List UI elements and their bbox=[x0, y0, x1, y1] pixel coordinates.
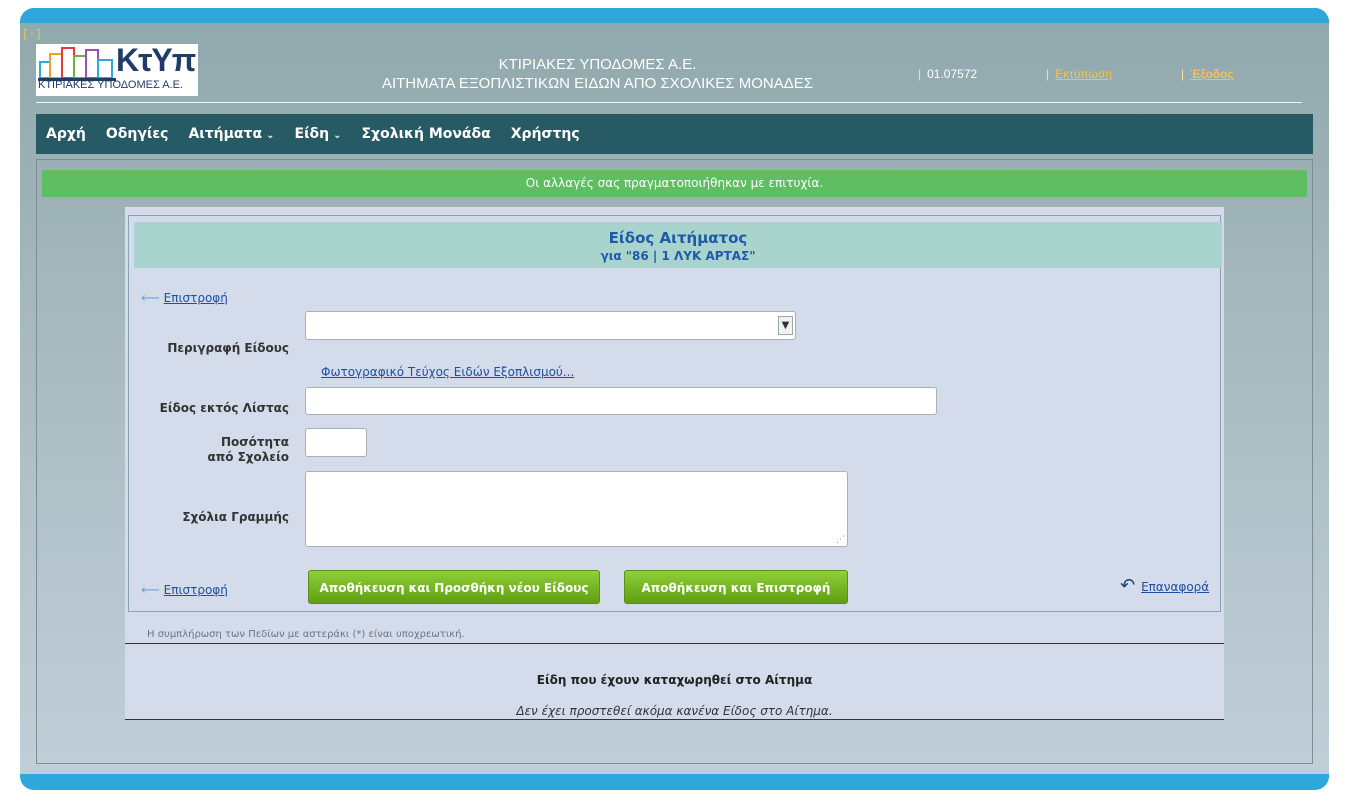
nav-item-instructions[interactable]: Οδηγίες bbox=[106, 126, 169, 142]
nav-item-home[interactable]: Αρχή bbox=[46, 126, 86, 142]
items-divider-top bbox=[125, 643, 1224, 644]
quantity-input[interactable] bbox=[305, 428, 367, 457]
print-link[interactable]: Εκτύπωση bbox=[1055, 67, 1112, 81]
nav-item-school-unit[interactable]: Σχολική Μονάδα bbox=[362, 126, 491, 142]
nav-item-user[interactable]: Χρήστης bbox=[511, 126, 580, 142]
back-link-bottom[interactable]: ⟵ Επιστροφή bbox=[141, 579, 228, 598]
comments-textarea[interactable]: ⋰ bbox=[305, 471, 848, 547]
header-divider bbox=[36, 102, 1302, 103]
comments-label: Σχόλια Γραμμής bbox=[182, 510, 289, 524]
print-link-wrap: | Εκτύπωση bbox=[1046, 67, 1112, 81]
reset-link[interactable]: ↷ Επαναφορά bbox=[1120, 575, 1209, 596]
arrow-left-icon: ⟵ bbox=[141, 291, 160, 306]
description-label: Περιγραφή Είδους bbox=[167, 341, 289, 355]
bottom-accent-bar bbox=[20, 774, 1329, 790]
nav-item-items[interactable]: Είδη ⌄ bbox=[295, 126, 342, 142]
collapse-toggle[interactable]: [-] bbox=[22, 29, 42, 41]
chevron-down-icon: ⌄ bbox=[266, 130, 275, 141]
header-title-line2: ΑΙΤΗΜΑΤΑ ΕΞΟΠΛΙΣΤΙΚΩΝ ΕΙΔΩΝ ΑΠΟ ΣΧΟΛΙΚΕΣ… bbox=[381, 75, 814, 92]
panel-header: Είδος Αιτήματος για "86 | 1 ΛΥΚ ΑΡΤΑΣ" bbox=[134, 222, 1222, 268]
success-banner: Οι αλλαγές σας πραγματοποιήθηκαν με επιτ… bbox=[42, 170, 1307, 197]
items-divider-bottom bbox=[125, 719, 1224, 720]
logo: ΚτΥπ ΚΤΙΡΙΑΚΕΣ ΥΠΟΔΟΜΕΣ Α.Ε. bbox=[36, 42, 198, 96]
back-link-top[interactable]: ⟵ Επιστροφή bbox=[141, 287, 228, 306]
page-title: Είδος Αιτήματος bbox=[608, 229, 748, 247]
header-title-line1: ΚΤΙΡΙΑΚΕΣ ΥΠΟΔΟΜΕΣ Α.Ε. bbox=[498, 56, 697, 73]
user-code: | 01.07572 bbox=[918, 67, 978, 81]
save-return-button[interactable]: Αποθήκευση και Επιστροφή bbox=[624, 570, 848, 604]
save-add-button[interactable]: Αποθήκευση και Προσθήκη νέου Είδους bbox=[308, 570, 600, 604]
nav-item-requests[interactable]: Αιτήματα ⌄ bbox=[188, 126, 274, 142]
chevron-down-icon: ⌄ bbox=[333, 130, 342, 141]
logout-link-wrap: | Έξοδος bbox=[1181, 67, 1234, 81]
chevron-down-icon[interactable]: ▼ bbox=[778, 316, 793, 335]
main-nav: Αρχή Οδηγίες Αιτήματα ⌄ Είδη ⌄ Σχολική Μον… bbox=[36, 114, 1313, 154]
top-accent-bar bbox=[20, 8, 1329, 23]
arrow-left-icon: ⟵ bbox=[141, 583, 160, 598]
offlist-label: Είδος εκτός Λίστας bbox=[159, 401, 289, 415]
buildings-logo-icon bbox=[38, 47, 116, 81]
required-note: Η συμπλήρωση των Πεδίων με αστεράκι (*) … bbox=[147, 629, 465, 640]
resize-grip-icon[interactable]: ⋰ bbox=[836, 535, 845, 545]
logout-link[interactable]: Έξοδος bbox=[1190, 67, 1234, 81]
items-section-title: Είδη που έχουν καταχωρηθεί στο Αίτημα bbox=[536, 673, 813, 687]
items-empty-message: Δεν έχει προστεθεί ακόμα κανένα Είδος στ… bbox=[516, 704, 833, 718]
catalog-link[interactable]: Φωτογραφικό Τεύχος Ειδών Εξοπλισμού... bbox=[321, 365, 574, 379]
request-item-panel: Είδος Αιτήματος για "86 | 1 ΛΥΚ ΑΡΤΑΣ" ⟵… bbox=[125, 207, 1224, 720]
page-frame: [-] ΚτΥπ ΚΤΙΡΙΑΚΕΣ ΥΠΟΔΟΜΕΣ Α.Ε. ΚΤΙΡΙΑΚ… bbox=[20, 8, 1329, 790]
quantity-label: Ποσότητα από Σχολείο bbox=[207, 435, 289, 464]
offlist-input[interactable] bbox=[305, 387, 937, 415]
page-subtitle: για "86 | 1 ΛΥΚ ΑΡΤΑΣ" bbox=[600, 249, 756, 263]
description-select[interactable]: ▼ bbox=[305, 311, 796, 340]
logo-brand: ΚτΥπ bbox=[116, 42, 196, 78]
undo-arrow-icon: ↷ bbox=[1120, 575, 1136, 596]
logo-subtitle: ΚΤΙΡΙΑΚΕΣ ΥΠΟΔΟΜΕΣ Α.Ε. bbox=[38, 79, 183, 91]
header-title: ΚΤΙΡΙΑΚΕΣ ΥΠΟΔΟΜΕΣ Α.Ε. ΑΙΤΗΜΑΤΑ ΕΞΟΠΛΙΣ… bbox=[320, 55, 875, 93]
